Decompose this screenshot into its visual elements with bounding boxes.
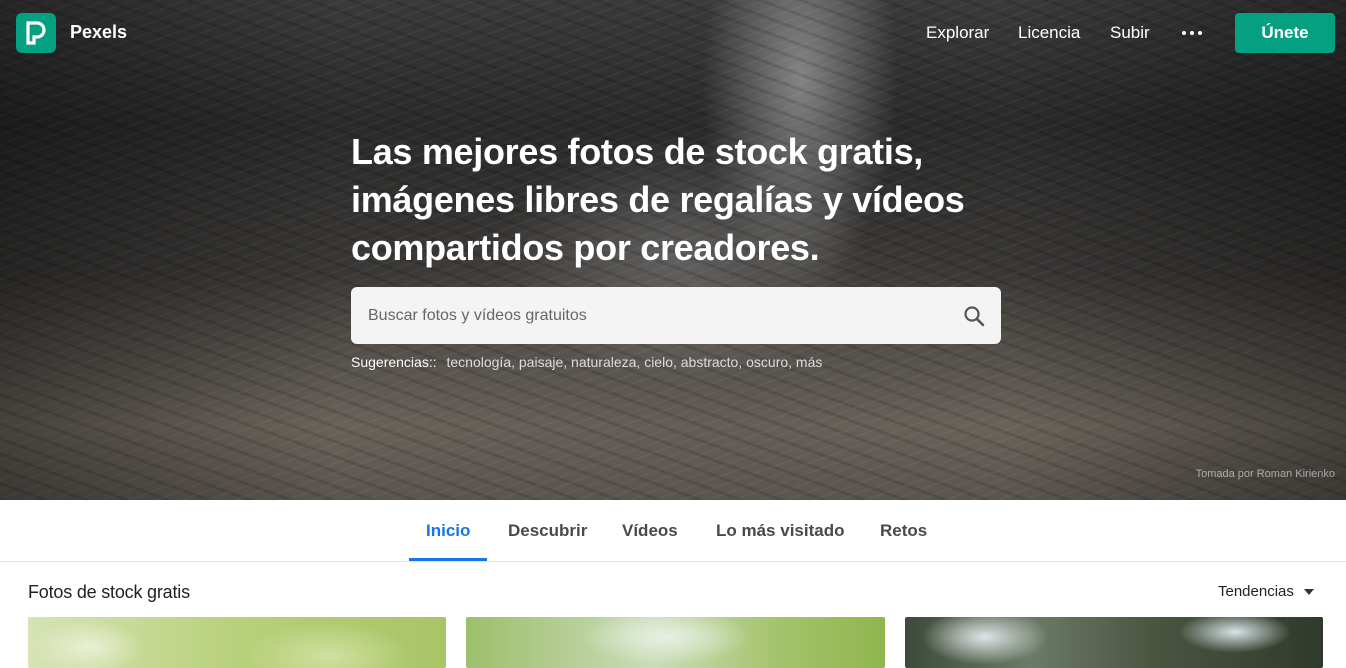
- search-suggestions: Sugerencias:: tecnología, paisaje, natur…: [351, 354, 822, 370]
- tab-videos[interactable]: Vídeos: [622, 521, 678, 541]
- search-icon[interactable]: [947, 287, 1001, 344]
- sort-label: Tendencias: [1218, 583, 1294, 600]
- pexels-logo-icon[interactable]: [16, 13, 56, 53]
- brand-name[interactable]: Pexels: [70, 22, 127, 43]
- more-horizontal-icon[interactable]: [1182, 27, 1202, 39]
- tab-descubrir[interactable]: Descubrir: [508, 521, 587, 541]
- top-nav: Pexels Explorar Licencia Subir Únete: [0, 0, 1346, 66]
- active-tab-indicator: [409, 558, 487, 561]
- headline-line-1: Las mejores fotos de stock gratis,: [351, 131, 923, 172]
- caret-down-icon: [1303, 588, 1314, 595]
- photo-card[interactable]: [28, 617, 446, 668]
- photo-card[interactable]: [466, 617, 885, 668]
- section-title: Fotos de stock gratis: [28, 582, 190, 602]
- tab-retos[interactable]: Retos: [880, 521, 927, 541]
- search-bar: [351, 287, 1001, 344]
- photo-credit[interactable]: Tomada por Roman Kirienko: [1196, 468, 1335, 480]
- join-button[interactable]: Únete: [1235, 13, 1335, 53]
- photo-card[interactable]: [905, 617, 1323, 668]
- sort-dropdown[interactable]: Tendencias: [1218, 583, 1314, 600]
- headline-line-2: imágenes libres de regalías y vídeos: [351, 179, 965, 220]
- headline-line-3: compartidos por creadores.: [351, 227, 820, 268]
- tabs-bar: Inicio Descubrir Vídeos Lo más visitado …: [0, 500, 1346, 562]
- tab-lo-mas-visitado[interactable]: Lo más visitado: [716, 521, 844, 541]
- nav-subir[interactable]: Subir: [1110, 23, 1150, 43]
- tab-inicio[interactable]: Inicio: [426, 521, 470, 541]
- suggestions-links[interactable]: tecnología, paisaje, naturaleza, cielo, …: [447, 354, 823, 370]
- search-input[interactable]: [351, 287, 947, 344]
- nav-explorar[interactable]: Explorar: [926, 23, 989, 43]
- hero-headline: Las mejores fotos de stock gratis, imáge…: [351, 128, 991, 272]
- suggestions-label: Sugerencias::: [351, 354, 437, 370]
- nav-licencia[interactable]: Licencia: [1018, 23, 1080, 43]
